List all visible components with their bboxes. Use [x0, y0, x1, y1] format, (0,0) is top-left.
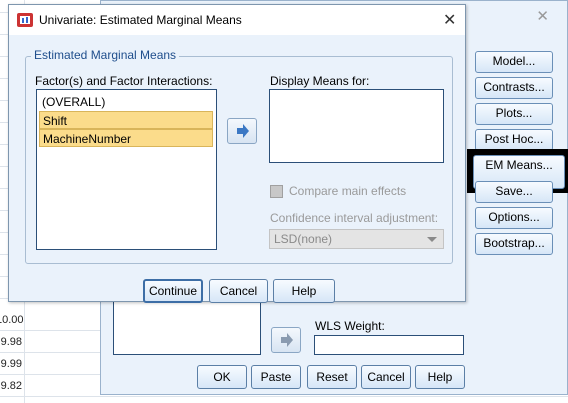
cell[interactable]: 9.98	[0, 336, 22, 348]
list-item[interactable]: (OVERALL)	[39, 93, 213, 111]
help-button[interactable]: Help	[273, 279, 335, 303]
title-bar: Univariate: Estimated Marginal Means ✕	[9, 5, 465, 35]
chevron-down-icon	[427, 237, 437, 242]
paste-button[interactable]: Paste	[251, 365, 301, 389]
factors-list[interactable]: (OVERALL) Shift MachineNumber	[36, 89, 217, 250]
cell[interactable]: 9.82	[0, 380, 22, 392]
arrow-right-icon	[281, 333, 293, 347]
wls-weight-field[interactable]	[314, 335, 464, 355]
group-title: Estimated Marginal Means	[31, 48, 180, 62]
display-means-list[interactable]	[269, 89, 444, 163]
options-button[interactable]: Options...	[475, 207, 553, 229]
ci-adjustment-value: LSD(none)	[274, 232, 333, 246]
move-wls-button[interactable]	[271, 327, 301, 353]
ci-adjustment-label: Confidence interval adjustment:	[270, 211, 439, 225]
cell[interactable]: 10.00	[0, 314, 24, 326]
dialog-title: Univariate: Estimated Marginal Means	[39, 13, 242, 27]
list-item[interactable]: Shift	[39, 111, 213, 129]
close-icon[interactable]: ✕	[443, 10, 456, 30]
model-button[interactable]: Model...	[475, 51, 553, 73]
save-button[interactable]: Save...	[475, 181, 553, 203]
back-help-button[interactable]: Help	[415, 365, 465, 389]
continue-button[interactable]: Continue	[143, 279, 203, 303]
bootstrap-button[interactable]: Bootstrap...	[475, 233, 553, 255]
compare-main-effects-label: Compare main effects	[289, 184, 407, 198]
cancel-button[interactable]: Cancel	[209, 279, 268, 303]
back-cancel-button[interactable]: Cancel	[361, 365, 411, 389]
factors-label: Factor(s) and Factor Interactions:	[35, 74, 213, 88]
variable-list[interactable]	[113, 301, 261, 355]
contrasts-button[interactable]: Contrasts...	[475, 77, 553, 99]
close-icon[interactable]: ✕	[536, 7, 549, 25]
move-to-display-button[interactable]	[227, 118, 257, 144]
ci-adjustment-select[interactable]: LSD(none)	[269, 229, 444, 249]
compare-main-effects-checkbox[interactable]	[270, 185, 283, 198]
list-item[interactable]: MachineNumber	[39, 129, 213, 147]
plots-button[interactable]: Plots...	[475, 103, 553, 125]
cell[interactable]: 9.99	[0, 358, 22, 370]
reset-button[interactable]: Reset	[307, 365, 357, 389]
post-hoc-button[interactable]: Post Hoc...	[475, 129, 553, 151]
arrow-right-icon	[237, 124, 249, 138]
ok-button[interactable]: OK	[197, 365, 247, 389]
display-means-label: Display Means for:	[270, 74, 370, 88]
app-icon	[17, 13, 33, 27]
em-means-dialog: Univariate: Estimated Marginal Means ✕ E…	[8, 4, 466, 303]
wls-weight-label: WLS Weight:	[315, 319, 385, 333]
